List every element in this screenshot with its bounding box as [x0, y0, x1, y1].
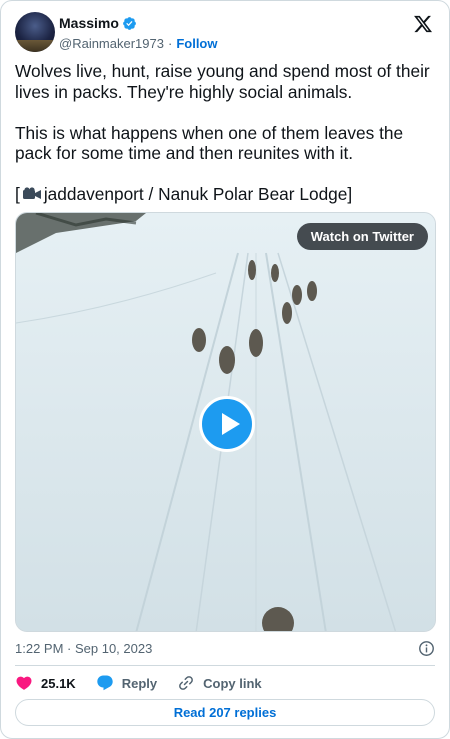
x-logo-icon[interactable] [413, 14, 433, 34]
author-name[interactable]: Massimo [59, 15, 119, 31]
like-count: 25.1K [41, 675, 76, 691]
verified-badge-icon [123, 16, 136, 30]
credit-text: jaddavenport / Nanuk Polar Bear Lodge] [43, 184, 353, 204]
tweet-text: Wolves live, hunt, raise young and spend… [15, 61, 435, 205]
handle-row: @Rainmaker1973 · Follow [59, 33, 218, 53]
like-button[interactable]: 25.1K [15, 674, 76, 692]
divider [15, 665, 435, 666]
camera-icon [22, 187, 41, 199]
watch-on-twitter-button[interactable]: Watch on Twitter [296, 223, 428, 250]
tweet-paragraph-2: This is what happens when one of them le… [15, 122, 404, 164]
tweet-credit: [ jaddavenport / Nanuk Polar Bear Lodge] [15, 184, 435, 205]
video-media[interactable]: Watch on Twitter [15, 212, 436, 632]
tweet-paragraph-1: Wolves live, hunt, raise young and spend… [15, 61, 430, 102]
copy-link-button[interactable]: Copy link [177, 674, 262, 692]
info-icon[interactable] [418, 640, 435, 657]
link-icon [179, 676, 194, 690]
tweet-embed-card: Massimo @Rainmaker1973 · Follow Wolves l… [0, 0, 450, 739]
follow-link[interactable]: Follow [176, 36, 217, 51]
reply-label: Reply [121, 675, 158, 691]
copy-link-label: Copy link [203, 675, 262, 691]
reply-icon [97, 675, 113, 691]
play-icon[interactable] [199, 396, 255, 452]
credit-bracket: [ [15, 184, 20, 204]
heart-icon [16, 676, 32, 690]
avatar[interactable] [15, 12, 55, 52]
reply-button[interactable]: Reply [96, 674, 157, 692]
name-row: Massimo [59, 14, 218, 32]
action-bar: 25.1K Reply Copy link [15, 673, 282, 693]
separator-dot: · [167, 35, 173, 51]
author-block: Massimo @Rainmaker1973 · Follow [59, 14, 218, 53]
tweet-header: Massimo @Rainmaker1973 · Follow [15, 12, 435, 52]
author-handle[interactable]: @Rainmaker1973 [59, 36, 164, 51]
tweet-timestamp[interactable]: 1:22 PM · Sep 10, 2023 [15, 641, 152, 657]
read-replies-button[interactable]: Read 207 replies [15, 699, 435, 726]
